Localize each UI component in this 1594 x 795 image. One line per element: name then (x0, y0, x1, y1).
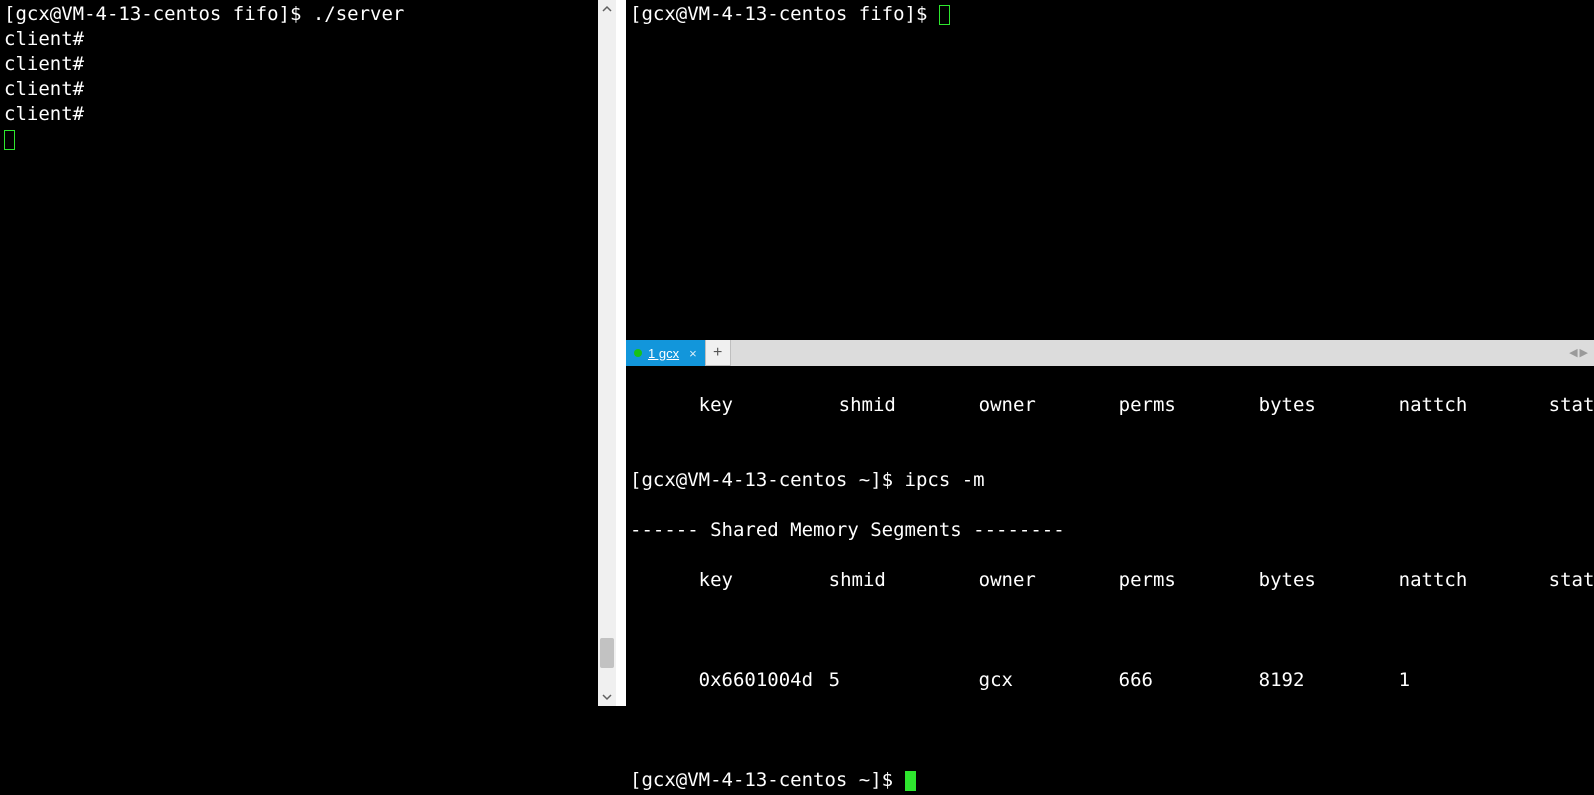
close-icon[interactable]: × (689, 341, 697, 366)
tab-scroll-arrows: ◀ ▶ (1569, 340, 1588, 366)
shell-prompt: [gcx@VM-4-13-centos ~]$ (630, 769, 905, 791)
output-line: client# (4, 52, 594, 77)
blank-line (630, 493, 1590, 518)
col-header: owner (979, 568, 1119, 593)
blank-line (630, 718, 1590, 743)
chevron-right-icon[interactable]: ▶ (1580, 341, 1588, 366)
plus-icon: + (713, 340, 722, 365)
cell-nattch: 1 (1399, 668, 1549, 693)
blank-line (630, 443, 1590, 468)
tab-session-1[interactable]: 1 gcx × (626, 340, 705, 366)
cursor-icon (939, 5, 950, 25)
col-header: nattch (1399, 568, 1549, 593)
output-line: client# (4, 102, 594, 127)
scroll-up-button[interactable] (598, 0, 616, 18)
terminal-pane-right-bottom[interactable]: keyshmidownerpermsbytesnattchstatus [gcx… (626, 366, 1594, 795)
tab-label: 1 gcx (648, 341, 679, 366)
col-header: owner (979, 393, 1119, 418)
col-header: shmid (829, 568, 979, 593)
col-header: key (699, 568, 829, 593)
shell-prompt: [gcx@VM-4-13-centos ~]$ (630, 469, 905, 491)
cell-perms: 666 (1119, 668, 1259, 693)
chevron-down-icon (602, 692, 612, 702)
col-header: nattch (1399, 393, 1549, 418)
tab-bar: 1 gcx × + ◀ ▶ (626, 340, 1594, 366)
scrollbar-vertical[interactable] (598, 0, 616, 706)
col-header: bytes (1259, 393, 1399, 418)
output-line: client# (4, 27, 594, 52)
output-line: client# (4, 77, 594, 102)
blank-line (630, 618, 1590, 643)
cell-shmid: 5 (829, 668, 979, 693)
table-header-row: keyshmidownerpermsbytesnattchstatus (630, 368, 1590, 443)
shell-prompt: [gcx@VM-4-13-centos fifo]$ (4, 3, 313, 25)
col-header: bytes (1259, 568, 1399, 593)
cursor-icon (4, 130, 15, 150)
col-header: perms (1119, 568, 1259, 593)
blank-line (630, 743, 1590, 768)
col-header: shmid (839, 393, 979, 418)
command-text: ./server (313, 3, 405, 25)
scroll-track[interactable] (598, 18, 616, 688)
scroll-thumb[interactable] (600, 638, 614, 668)
command-text: ipcs -m (905, 469, 985, 491)
tab-add-button[interactable]: + (705, 340, 731, 366)
shell-prompt: [gcx@VM-4-13-centos fifo]$ (630, 3, 939, 25)
col-header: status (1549, 393, 1594, 418)
prompt-line: [gcx@VM-4-13-centos fifo]$ ./server (4, 2, 594, 27)
section-title: ------ Shared Memory Segments -------- (630, 518, 1590, 543)
table-header-row: keyshmidownerpermsbytesnattchstatus (630, 543, 1590, 618)
terminal-pane-left[interactable]: [gcx@VM-4-13-centos fifo]$ ./server clie… (0, 0, 598, 706)
col-header: perms (1119, 393, 1259, 418)
chevron-left-icon[interactable]: ◀ (1569, 341, 1577, 366)
prompt-line: [gcx@VM-4-13-centos fifo]$ (630, 2, 1590, 27)
cell-bytes: 8192 (1259, 668, 1399, 693)
col-header: status (1549, 568, 1594, 593)
cell-key: 0x6601004d (699, 668, 829, 693)
cursor-line (4, 127, 594, 152)
status-dot-icon (634, 349, 642, 357)
prompt-line: [gcx@VM-4-13-centos ~]$ (630, 768, 1590, 793)
pane-divider-vertical[interactable] (616, 0, 626, 706)
cursor-icon (905, 771, 916, 791)
scroll-down-button[interactable] (598, 688, 616, 706)
chevron-up-icon (602, 4, 612, 14)
table-row: 0x6601004d5gcx66681921 (630, 643, 1590, 718)
terminal-pane-right-top[interactable]: [gcx@VM-4-13-centos fifo]$ (626, 0, 1594, 340)
cell-owner: gcx (979, 668, 1119, 693)
prompt-line: [gcx@VM-4-13-centos ~]$ ipcs -m (630, 468, 1590, 493)
col-header: key (699, 393, 839, 418)
terminal-pane-right-bottom-container: 1 gcx × + ◀ ▶ keyshmidownerpermsbytesnat… (626, 340, 1594, 706)
